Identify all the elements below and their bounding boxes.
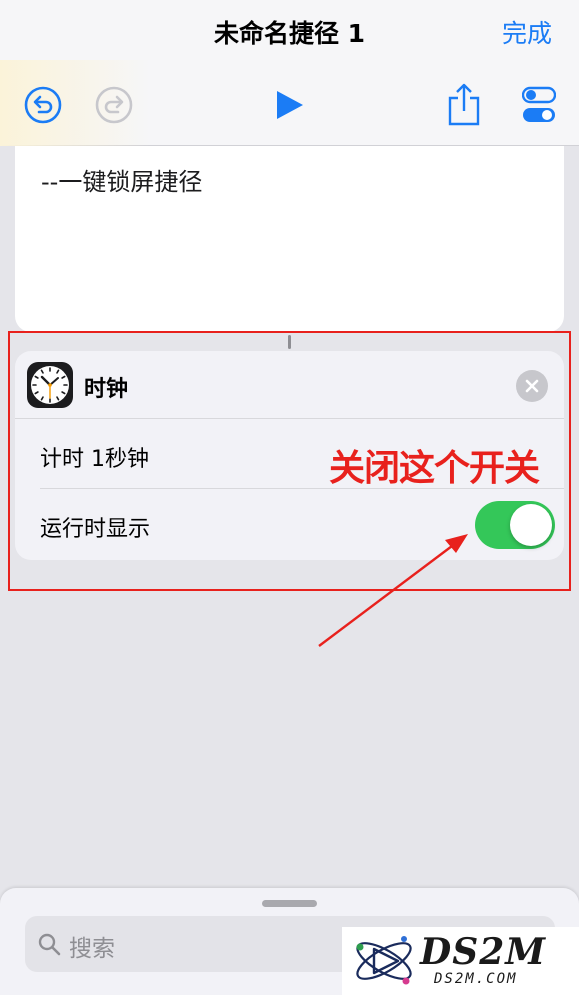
shortcut-settings-button[interactable] [522,86,556,124]
page-title: 未命名捷径 1 [213,19,366,48]
share-button[interactable] [447,82,481,126]
watermark-brand: DS2M [420,931,547,973]
search-icon [38,933,61,956]
run-button[interactable] [275,89,305,121]
redo-button[interactable] [95,86,133,124]
redo-icon [95,86,133,124]
watermark: DS2M DS2M.COM [342,927,579,995]
settings-toggle-icon [522,86,556,122]
done-button[interactable]: 完成 [502,14,552,50]
shortcut-text[interactable]: --一键锁屏捷径 [41,162,202,197]
share-icon [448,83,480,126]
undo-button[interactable] [24,86,62,124]
watermark-url: DS2M.COM [434,971,518,987]
annotation-arrow-icon [318,534,468,647]
undo-icon [24,86,62,124]
text-action-card[interactable]: --一键锁屏捷径 [15,146,564,332]
atom-logo-icon [356,936,412,985]
search-placeholder: 搜索 [69,936,115,962]
play-icon [277,91,303,119]
annotation-text: 关闭这个开关 [329,448,540,489]
sheet-grabber[interactable] [262,900,317,907]
navigation-bar: 未命名捷径 1 完成 [0,0,579,146]
